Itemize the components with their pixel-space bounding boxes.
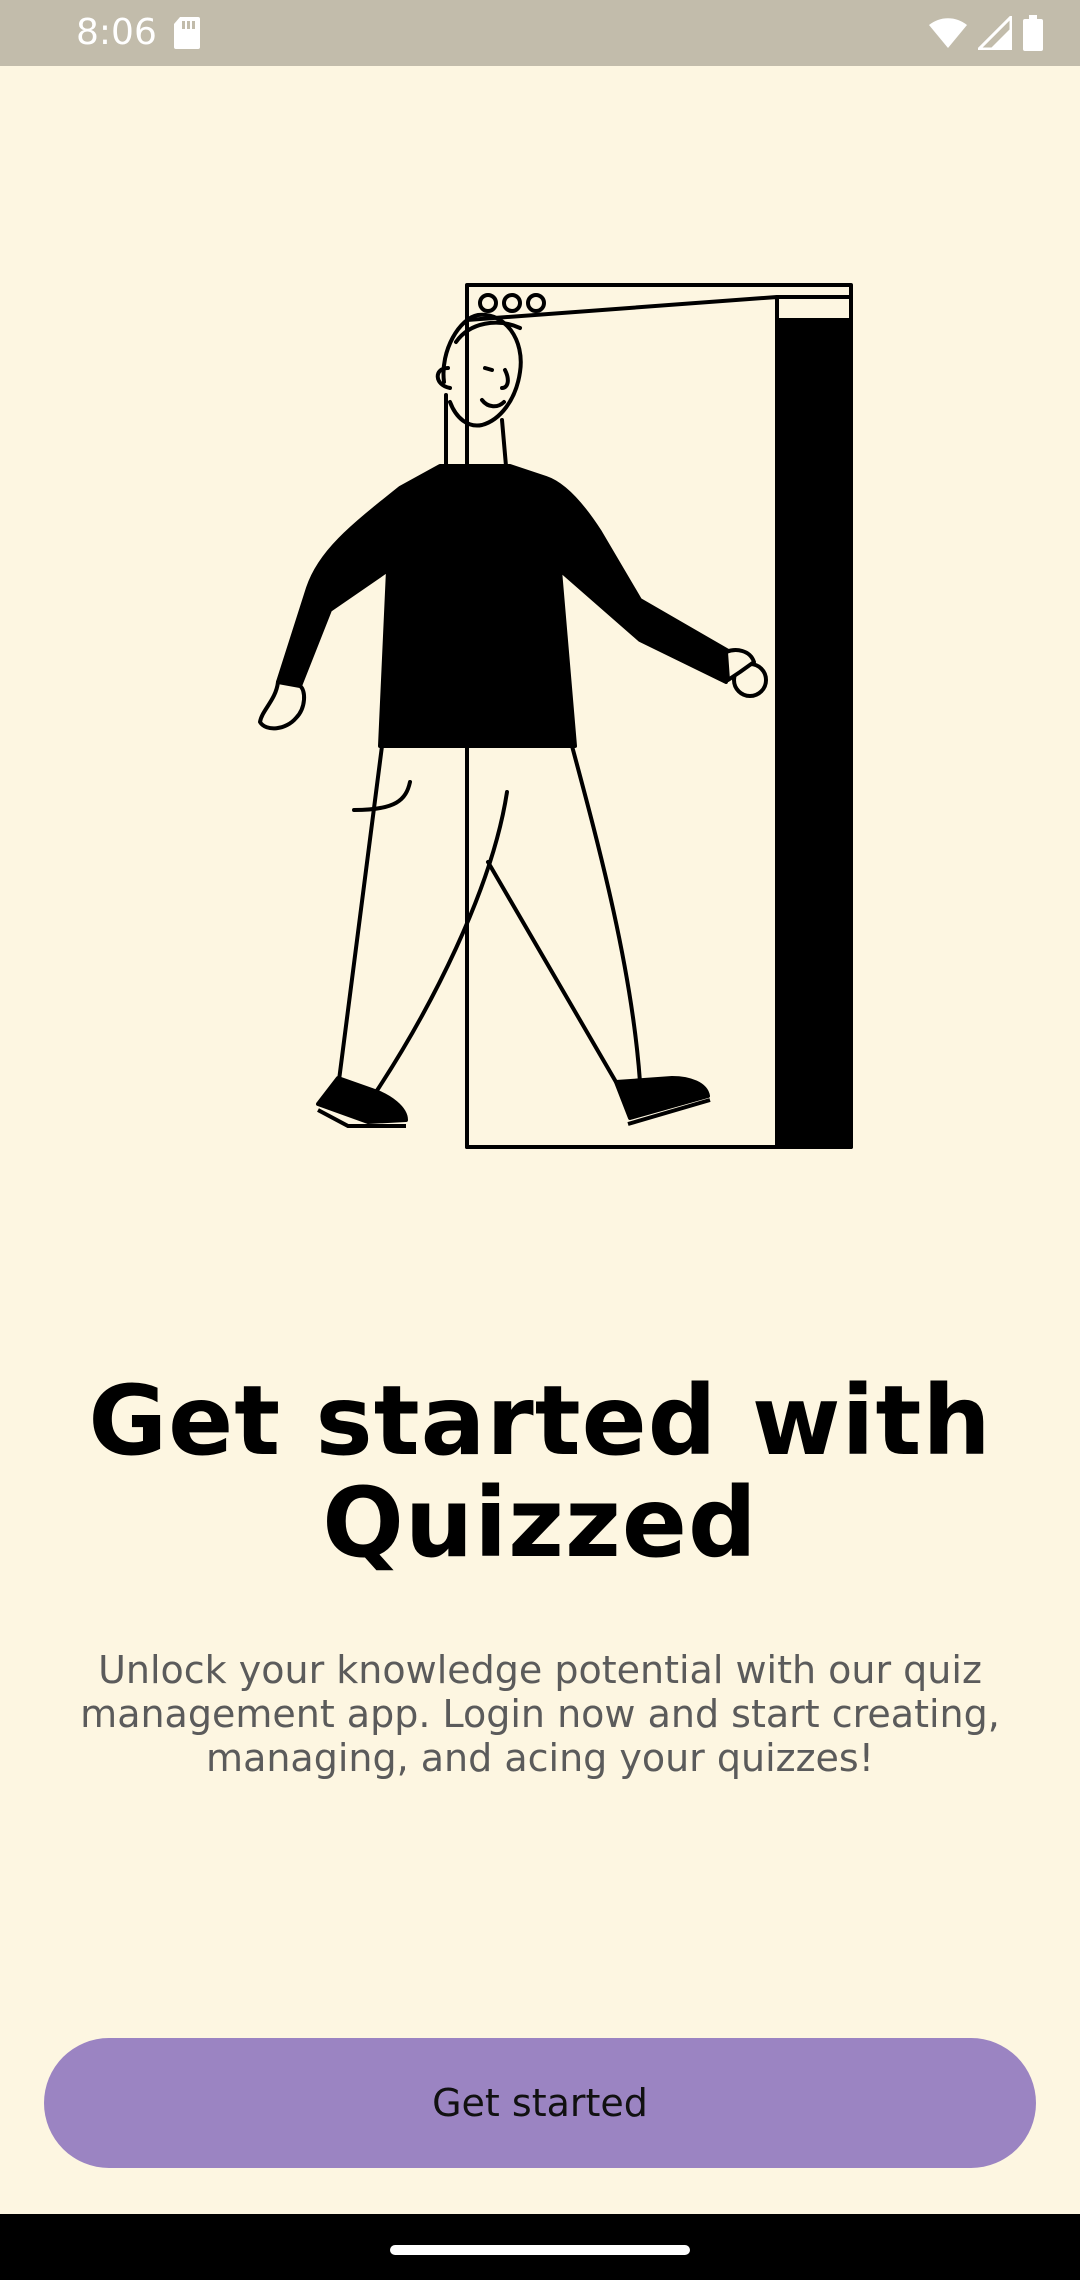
wifi-icon	[929, 18, 967, 48]
get-started-label: Get started	[432, 2081, 648, 2125]
sd-card-icon	[174, 17, 200, 49]
navigation-bar	[0, 2214, 1080, 2280]
description-line-1: Unlock your knowledge potential with our…	[98, 1648, 982, 1692]
home-indicator[interactable]	[390, 2245, 690, 2255]
description-line-3: managing, and acing your quizzes!	[206, 1736, 874, 1780]
signal-icon	[978, 16, 1012, 50]
get-started-button[interactable]: Get started	[44, 2038, 1036, 2168]
headline-line-1: Get started with	[88, 1365, 992, 1477]
status-bar: 8:06	[0, 0, 1080, 66]
status-icons	[928, 14, 1044, 52]
description-text: Unlock your knowledge potential with our…	[60, 1648, 1020, 1780]
person-walking-through-door-illustration	[258, 283, 853, 1149]
description-line-2: management app. Login now and start crea…	[80, 1692, 1000, 1736]
page-title: Get started with Quizzed	[0, 1370, 1080, 1574]
status-time: 8:06	[76, 12, 157, 53]
battery-icon	[1023, 15, 1043, 51]
headline-line-2: Quizzed	[322, 1467, 758, 1579]
